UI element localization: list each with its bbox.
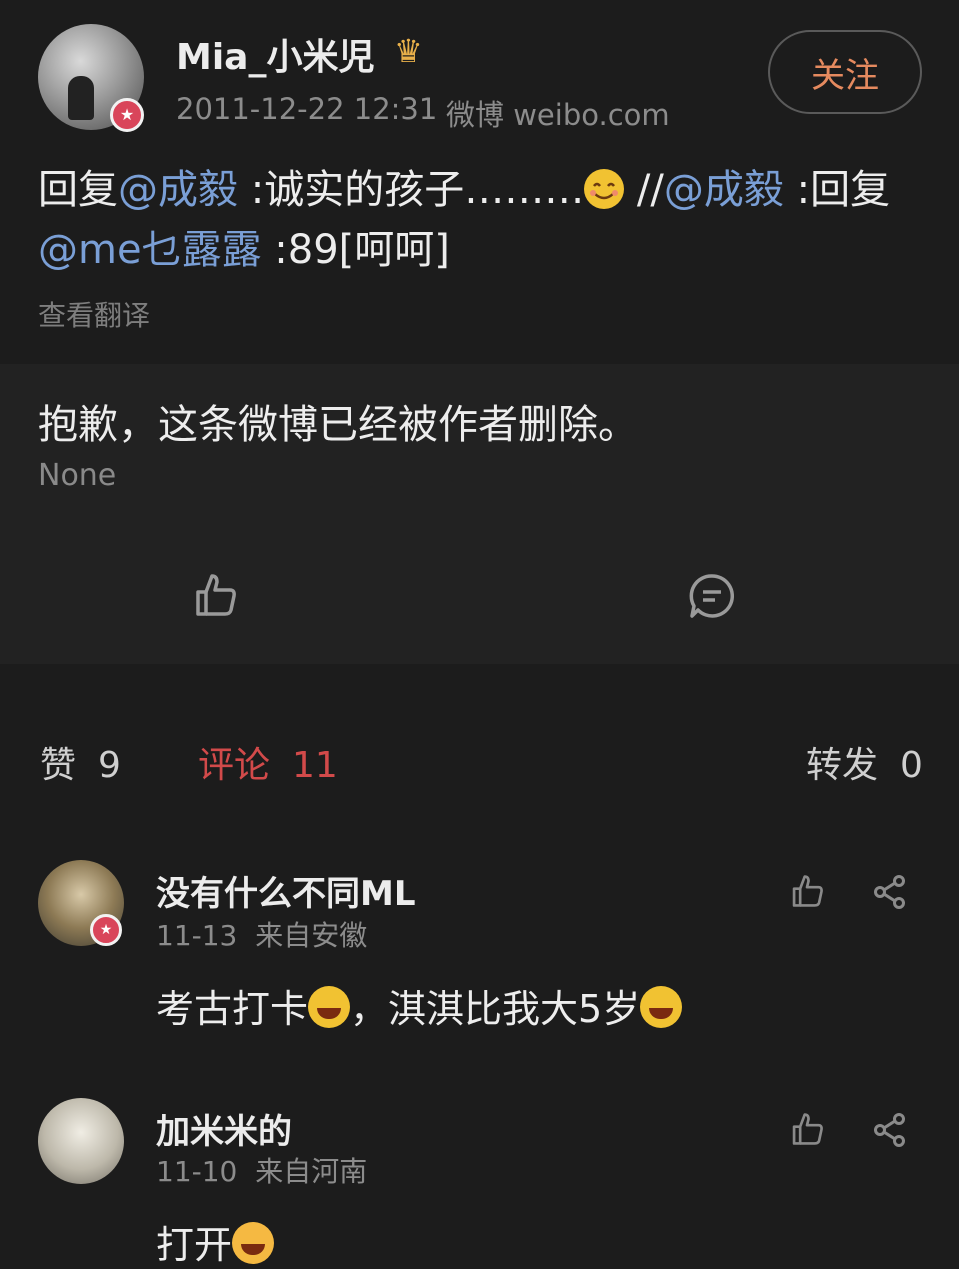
laugh-emoji-icon bbox=[640, 986, 683, 1028]
translate-link[interactable]: 查看翻译 bbox=[38, 294, 150, 334]
retweet-subtext: None bbox=[38, 458, 117, 493]
likes-count: 9 bbox=[98, 745, 121, 786]
mention-link[interactable]: @me乜露露 bbox=[38, 227, 262, 273]
comment-like-icon[interactable] bbox=[788, 872, 826, 914]
commenter-name[interactable]: 加米米的 bbox=[156, 1104, 292, 1153]
smile-emoji-icon bbox=[584, 169, 625, 209]
comment-bubble-icon[interactable] bbox=[688, 572, 736, 624]
author-username[interactable]: Mia_小米児 bbox=[176, 28, 374, 80]
commenter-name[interactable]: 没有什么不同ML bbox=[156, 866, 416, 915]
reposts-count: 0 bbox=[900, 745, 923, 786]
laugh-emoji-icon bbox=[308, 986, 351, 1028]
comment-meta: 11-10 来自河南 bbox=[156, 1150, 367, 1190]
deleted-notice: 抱歉，这条微博已经被作者删除。 bbox=[38, 402, 638, 448]
text-segment: :回复 bbox=[783, 167, 891, 213]
avatar-figure bbox=[68, 76, 94, 120]
comment-meta: 11-13 来自安徽 bbox=[156, 914, 367, 954]
comment-text-part: ，淇淇比我大5岁 bbox=[350, 987, 641, 1031]
comment-text-part: 考古打卡 bbox=[156, 987, 309, 1031]
crown-icon: ♛ bbox=[394, 32, 423, 70]
verified-badge-icon: ★ bbox=[110, 98, 144, 132]
comments-count: 11 bbox=[292, 745, 338, 786]
comment-like-icon[interactable] bbox=[788, 1110, 826, 1152]
mention-link[interactable]: @成毅 bbox=[664, 167, 784, 213]
post-source: 微博 weibo.com bbox=[446, 98, 670, 132]
commenter-avatar[interactable] bbox=[38, 1098, 124, 1184]
yawn-emoji-icon bbox=[232, 1222, 275, 1264]
reposts-label: 转发 bbox=[806, 745, 879, 786]
follow-button[interactable]: 关注 bbox=[768, 30, 922, 114]
share-icon[interactable] bbox=[872, 874, 908, 914]
text-segment: // bbox=[624, 167, 664, 213]
comment-date: 11-10 bbox=[156, 1155, 238, 1188]
text-segment: :89[呵呵] bbox=[261, 227, 450, 273]
comments-label: 评论 bbox=[198, 745, 271, 786]
comment-text-part: 打开 bbox=[156, 1223, 233, 1267]
comment-text: 打开 bbox=[156, 1214, 275, 1269]
text-reply: 回复 bbox=[38, 167, 118, 213]
comment-location: 来自安徽 bbox=[255, 919, 368, 952]
share-icon[interactable] bbox=[872, 1112, 908, 1152]
comment-location: 来自河南 bbox=[255, 1155, 368, 1188]
comment-text: 考古打卡 ，淇淇比我大5岁 bbox=[156, 978, 683, 1033]
comment-date: 11-13 bbox=[156, 919, 238, 952]
verified-badge-icon: ★ bbox=[90, 914, 122, 946]
like-thumb-icon[interactable] bbox=[190, 570, 240, 624]
likes-label: 赞 bbox=[40, 745, 77, 786]
post-text: 回复@成毅 :诚实的孩子……… //@成毅 :回复 @me乜露露 :89[呵呵] bbox=[38, 160, 918, 280]
tab-reposts[interactable]: 转发 0 bbox=[806, 736, 923, 788]
mention-link[interactable]: @成毅 bbox=[118, 167, 238, 213]
text-segment: :诚实的孩子……… bbox=[238, 167, 585, 213]
tab-comments[interactable]: 评论 11 bbox=[198, 736, 338, 788]
post-timestamp: 2011-12-22 12:31 bbox=[176, 92, 438, 126]
tab-likes[interactable]: 赞9 bbox=[40, 736, 121, 788]
